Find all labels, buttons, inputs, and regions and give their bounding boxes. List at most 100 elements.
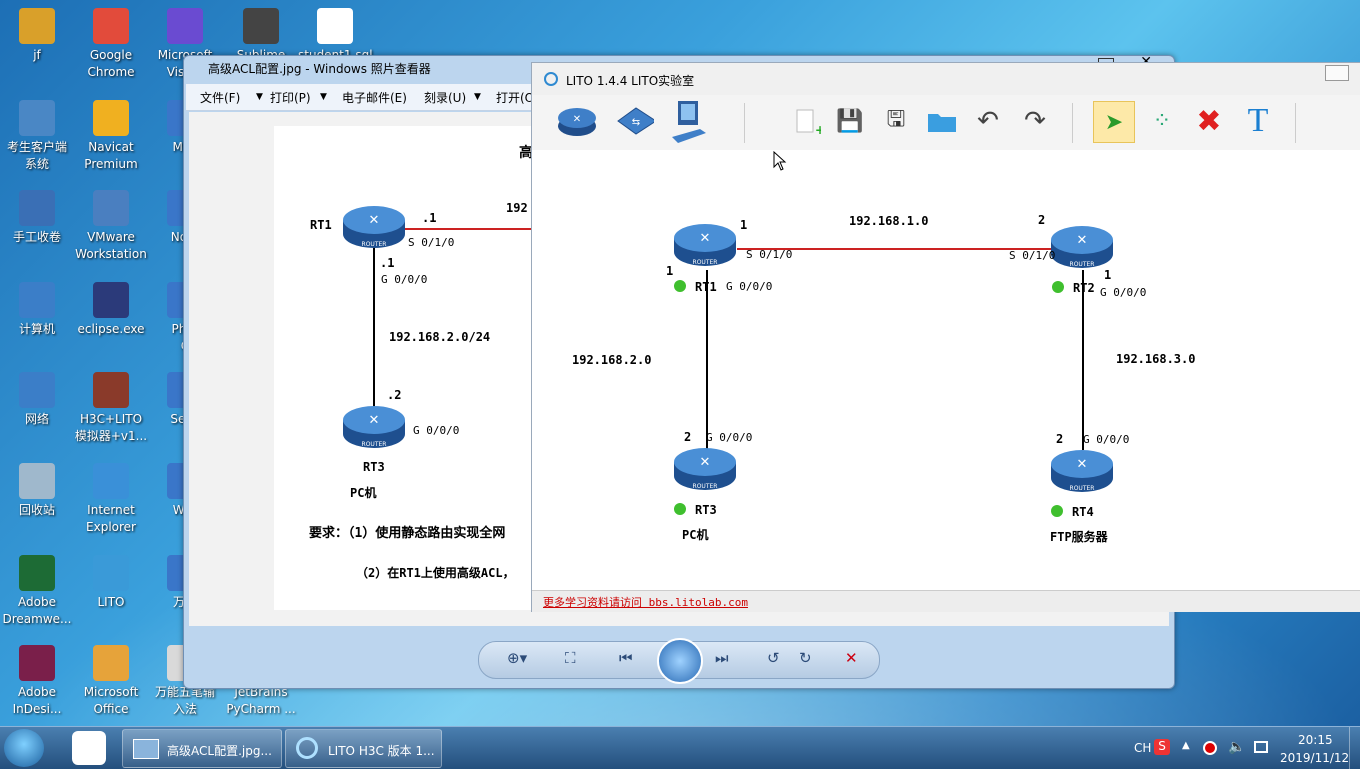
menu-email[interactable]: 电子邮件(E) [342, 89, 407, 106]
desktop-icon-label: Navicat [88, 140, 134, 154]
doc-net-label: 192.168.2.0/24 [389, 330, 491, 344]
save-icon[interactable]: 💾 [830, 101, 870, 141]
desktop-icon[interactable]: Microsoft Office [74, 645, 148, 718]
volume-icon[interactable]: 🔈 [1228, 739, 1245, 755]
doc-net-label: 192 [506, 201, 528, 215]
doc-requirement-1: 要求：（1）使用静态路由实现全网 [309, 526, 506, 541]
desktop-icon[interactable]: 回收站 [0, 463, 74, 519]
router-rt2[interactable]: ✕ ROUTER [1050, 224, 1114, 270]
switch-icon[interactable]: ⇆ [614, 101, 654, 141]
desktop-icon[interactable]: Adobe Dreamwe... [0, 555, 74, 628]
fit-icon[interactable]: ⛶ [565, 649, 576, 667]
select-icon[interactable]: ➤ [1093, 101, 1135, 143]
prev-icon[interactable]: ⏮ [619, 649, 633, 667]
desktop-icon[interactable]: Internet Explorer [74, 463, 148, 536]
topology-canvas[interactable]: ✕ ROUTER ✕ ROUTER ✕ ROUTER ✕ ROUTER 1 192.16… [532, 150, 1360, 590]
network-label: 192.168.2.0 [572, 353, 652, 367]
new-icon[interactable]: + [787, 101, 827, 141]
window-title: 高级ACL配置.jpg - Windows 照片查看器 [208, 62, 431, 76]
topology-links [706, 248, 1084, 450]
show-desktop-button[interactable] [1349, 727, 1360, 769]
router-rt4[interactable]: ✕ ROUTER [1050, 448, 1114, 494]
svg-text:✕: ✕ [700, 231, 711, 246]
svg-text:✕: ✕ [700, 455, 711, 470]
next-icon[interactable]: ⏭ [715, 649, 729, 667]
desktop-icon-label: 回收站 [18, 503, 55, 517]
text-icon[interactable]: T [1238, 101, 1278, 141]
taskbar-photo-viewer[interactable]: 高级ACL配置.jpg... [122, 729, 282, 768]
minimize-icon[interactable] [1325, 65, 1349, 81]
rotate-left-icon[interactable]: ↺ [767, 649, 780, 667]
lito-window[interactable]: LITO 1.4.4 LITO实验室 ✕ ⇆ + 💾 🖫 ↶ ↷ ➤ ⁘ ✖ T… [531, 62, 1360, 612]
desktop-icon-label: Adobe [18, 685, 56, 699]
desktop-icon[interactable]: VMware Workstation [74, 190, 148, 263]
doc-router-rt1: ✕ ROUTER [342, 204, 406, 250]
desktop-icon[interactable]: 手工收卷 [0, 190, 74, 246]
menu-burn[interactable]: 刻录(U) [424, 89, 466, 106]
desktop-icon-label: 网络 [24, 412, 49, 426]
router-rt3[interactable]: ✕ ROUTER [673, 446, 737, 492]
taskbar-button-label: 高级ACL配置.jpg... [167, 744, 272, 758]
desktop-icon[interactable]: 计算机 [0, 282, 74, 338]
status-link[interactable]: 更多学习资料请访问 bbs.litolab.com [543, 594, 748, 610]
svg-text:✕: ✕ [1077, 233, 1088, 248]
desktop-icon[interactable]: 考生客户端 系统 [0, 100, 74, 173]
save-as-icon[interactable]: 🖫 [876, 101, 916, 141]
tray-expand-icon[interactable]: ▲ [1182, 740, 1190, 751]
clock-date[interactable]: 2019/11/12 [1280, 751, 1349, 765]
port-label: G 0/0/0 [706, 431, 753, 444]
zoom-icon[interactable]: ⊕▾ [507, 649, 527, 667]
connect-icon[interactable]: ⁘ [1142, 101, 1182, 141]
doc-requirement-2: （2）在RT1上使用高级ACL， [356, 566, 515, 580]
rotate-right-icon[interactable]: ↻ [799, 649, 812, 667]
start-button[interactable] [4, 729, 44, 767]
desktop-icon[interactable]: Adobe InDesi... [0, 645, 74, 718]
desktop-icon[interactable]: Google Chrome [74, 8, 148, 81]
port-label: G 0/0/0 [1100, 286, 1147, 299]
desktop-icon[interactable]: Navicat Premium [74, 100, 148, 173]
svg-text:ROUTER: ROUTER [693, 259, 718, 266]
router-icon[interactable]: ✕ [557, 101, 597, 141]
desktop-icon-label-line2: 模拟器+v1... [74, 429, 148, 443]
language-indicator[interactable]: CH [1134, 741, 1151, 755]
chevron-down-icon: ▼ [474, 92, 481, 102]
svg-text:ROUTER: ROUTER [362, 441, 387, 448]
doc-rt1-label: RT1 [310, 218, 332, 232]
app-icon [93, 372, 129, 408]
desktop-icon[interactable]: 网络 [0, 372, 74, 428]
delete-icon[interactable]: ✖ [1189, 101, 1229, 141]
desktop-icon[interactable]: jf [0, 8, 74, 64]
clock-time[interactable]: 20:15 [1298, 733, 1333, 747]
redo-icon[interactable]: ↷ [1015, 101, 1055, 141]
status-dot [1052, 281, 1064, 293]
taskbar-lito[interactable]: LITO H3C 版本 1... [285, 729, 442, 768]
app-icon [93, 282, 129, 318]
menu-file[interactable]: 文件(F) [200, 89, 240, 106]
undo-icon[interactable]: ↶ [968, 101, 1008, 141]
lito-logo-icon [544, 72, 558, 86]
desktop-icon-label-line2: Office [93, 702, 129, 716]
toolbar-divider [1072, 103, 1073, 143]
slideshow-icon[interactable] [657, 638, 703, 684]
pc-icon[interactable] [668, 101, 708, 143]
photo-viewer-icon [133, 739, 159, 759]
svg-text:✕: ✕ [369, 413, 380, 428]
open-icon[interactable] [922, 101, 962, 141]
desktop-icon[interactable]: H3C+LITO 模拟器+v1... [74, 372, 148, 445]
pinned-app-icon[interactable] [72, 731, 106, 765]
menu-print[interactable]: 打印(P) [270, 89, 311, 106]
doc-ip-label: .2 [387, 388, 402, 402]
router-rt1[interactable]: ✕ ROUTER [673, 222, 737, 268]
desktop-icon[interactable]: eclipse.exe [74, 282, 148, 338]
ftp-label: FTP服务器 [1050, 530, 1108, 544]
app-icon [19, 463, 55, 499]
doc-rt3-label: RT3 [363, 460, 385, 474]
toolbar-divider [1295, 103, 1296, 143]
desktop-icon[interactable]: LITO [74, 555, 148, 611]
menu-open[interactable]: 打开(O [496, 89, 534, 106]
network-icon[interactable] [1254, 741, 1268, 753]
desktop-icon-label-line2: Workstation [75, 247, 147, 261]
delete-icon[interactable]: ✕ [845, 649, 858, 667]
record-icon[interactable] [1203, 741, 1217, 755]
ime-icon[interactable]: S [1154, 739, 1170, 755]
